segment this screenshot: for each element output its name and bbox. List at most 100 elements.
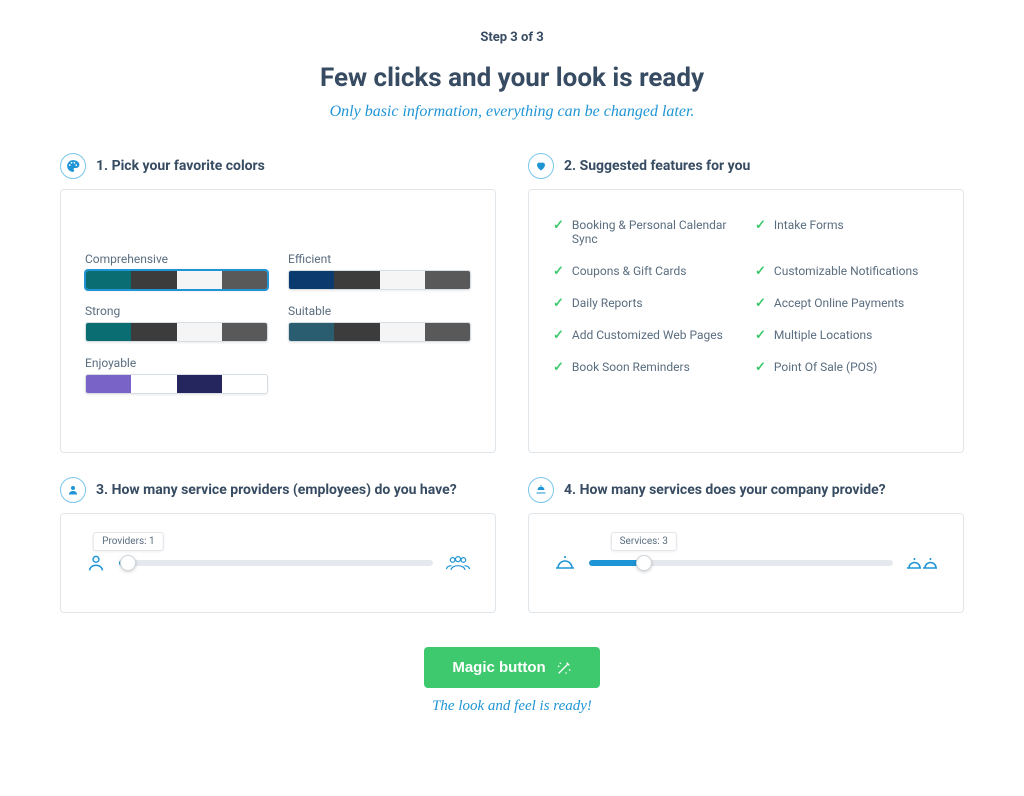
palette-label: Suitable <box>288 304 471 318</box>
section-header: 3. How many service providers (employees… <box>60 477 496 503</box>
feature-label: Booking & Personal Calendar Sync <box>572 218 737 246</box>
palette-option: Strong <box>85 304 268 342</box>
palette-icon <box>60 153 86 179</box>
step-label: Step 3 of 3 <box>60 30 964 45</box>
feature-label: Customizable Notifications <box>774 264 918 278</box>
wand-icon <box>556 660 572 676</box>
feature-label: Daily Reports <box>572 296 643 310</box>
palette-option: Efficient <box>288 252 471 290</box>
check-icon: ✓ <box>755 265 766 278</box>
slider-thumb[interactable] <box>636 555 652 571</box>
color-swatch <box>289 271 334 289</box>
section-colors: 1. Pick your favorite colors Comprehensi… <box>60 153 496 453</box>
color-swatch <box>177 323 222 341</box>
color-swatch <box>131 375 176 393</box>
palette-swatches[interactable] <box>85 322 268 342</box>
heart-icon <box>528 153 554 179</box>
color-swatch <box>425 271 470 289</box>
color-swatch <box>425 323 470 341</box>
section-header: 2. Suggested features for you <box>528 153 964 179</box>
feature-item[interactable]: ✓ Customizable Notifications <box>755 264 939 278</box>
color-swatch <box>86 375 131 393</box>
feature-label: Add Customized Web Pages <box>572 328 723 342</box>
palette-swatches[interactable] <box>85 374 268 394</box>
section-providers: 3. How many service providers (employees… <box>60 477 496 613</box>
providers-panel: Providers: 1 <box>60 513 496 613</box>
feature-label: Multiple Locations <box>774 328 872 342</box>
color-swatch <box>222 271 267 289</box>
palette-label: Strong <box>85 304 268 318</box>
slider-thumb[interactable] <box>120 555 136 571</box>
page-title: Few clicks and your look is ready <box>60 63 964 93</box>
feature-item[interactable]: ✓Multiple Locations <box>755 328 939 342</box>
services-slider[interactable]: Services: 3 <box>589 560 893 566</box>
people-icon <box>445 553 471 573</box>
color-swatch <box>177 375 222 393</box>
color-swatch <box>289 323 334 341</box>
slider-tooltip: Providers: 1 <box>93 532 164 551</box>
section-title: 2. Suggested features for you <box>564 158 750 174</box>
color-swatch <box>86 323 131 341</box>
section-services: 4. How many services does your company p… <box>528 477 964 613</box>
palette-option: Suitable <box>288 304 471 342</box>
section-title: 1. Pick your favorite colors <box>96 158 265 174</box>
color-swatch <box>222 323 267 341</box>
feature-label: Book Soon Reminders <box>572 360 690 374</box>
feature-item[interactable]: ✓ Add Customized Web Pages <box>553 328 737 342</box>
footer: Magic button The look and feel is ready! <box>60 647 964 715</box>
color-swatch <box>334 323 379 341</box>
color-swatch <box>177 271 222 289</box>
slider-tooltip: Services: 3 <box>611 532 677 551</box>
palette-label: Enjoyable <box>85 356 268 370</box>
color-swatch <box>131 323 176 341</box>
color-swatch <box>380 323 425 341</box>
person-outline-icon <box>85 552 107 574</box>
palette-swatches[interactable] <box>288 270 471 290</box>
subtitle: Only basic information, everything can b… <box>60 103 964 121</box>
palette-option: Comprehensive <box>85 252 268 290</box>
magic-button[interactable]: Magic button <box>424 647 599 688</box>
color-swatch <box>86 271 131 289</box>
feature-item[interactable]: ✓ Booking & Personal Calendar Sync <box>553 218 737 246</box>
palette-swatches[interactable] <box>288 322 471 342</box>
palette-swatches[interactable] <box>85 270 268 290</box>
section-title: 3. How many service providers (employees… <box>96 482 457 498</box>
check-icon: ✓ <box>755 297 766 310</box>
providers-slider[interactable]: Providers: 1 <box>119 560 433 566</box>
check-icon: ✓ <box>553 297 564 310</box>
feature-item[interactable]: ✓ Point Of Sale (POS) <box>755 360 939 374</box>
feature-item[interactable]: ✓ Daily Reports <box>553 296 737 310</box>
color-swatch <box>380 271 425 289</box>
person-icon <box>60 477 86 503</box>
feature-label: Accept Online Payments <box>774 296 904 310</box>
slider-track <box>589 560 893 566</box>
feature-label: Coupons & Gift Cards <box>572 264 687 278</box>
features-panel: ✓ Booking & Personal Calendar Sync ✓ Intake… <box>528 189 964 453</box>
check-icon: ✓ <box>553 219 564 232</box>
feature-item[interactable]: ✓ Intake Forms <box>755 218 939 246</box>
section-header: 1. Pick your favorite colors <box>60 153 496 179</box>
palette-option: Enjoyable <box>85 356 268 394</box>
footer-caption: The look and feel is ready! <box>60 698 964 715</box>
feature-item[interactable]: ✓ Accept Online Payments <box>755 296 939 310</box>
dish-icon <box>528 477 554 503</box>
section-title: 4. How many services does your company p… <box>564 482 886 498</box>
dishes-icon <box>905 553 939 573</box>
feature-label: Intake Forms <box>774 218 844 232</box>
feature-label: Point Of Sale (POS) <box>774 360 877 374</box>
check-icon: ✓ <box>553 329 564 342</box>
dish-outline-icon <box>553 553 577 573</box>
check-icon: ✓ <box>553 265 564 278</box>
magic-button-label: Magic button <box>452 659 545 676</box>
feature-item[interactable]: ✓ Book Soon Reminders <box>553 360 737 374</box>
check-icon: ✓ <box>755 361 766 374</box>
color-swatch <box>222 375 267 393</box>
check-icon: ✓ <box>755 219 766 232</box>
palette-label: Comprehensive <box>85 252 268 266</box>
feature-item[interactable]: ✓ Coupons & Gift Cards <box>553 264 737 278</box>
section-features: 2. Suggested features for you ✓ Booking &… <box>528 153 964 453</box>
color-swatch <box>334 271 379 289</box>
palette-label: Efficient <box>288 252 471 266</box>
check-icon: ✓ <box>553 361 564 374</box>
section-header: 4. How many services does your company p… <box>528 477 964 503</box>
